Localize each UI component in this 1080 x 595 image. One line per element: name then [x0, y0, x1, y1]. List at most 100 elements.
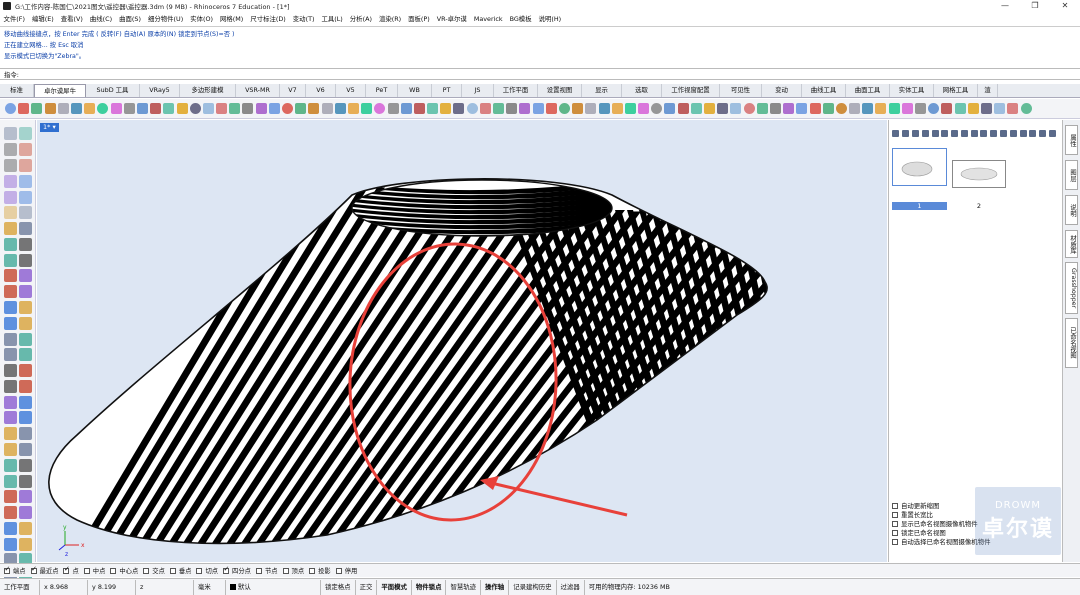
osnap-option[interactable]: 四分点	[223, 565, 251, 575]
tool-icon[interactable]	[19, 348, 32, 362]
checkbox[interactable]	[892, 520, 898, 527]
checkbox[interactable]	[169, 567, 176, 574]
tool-icon[interactable]	[19, 427, 32, 441]
osnap-option[interactable]: 顶点	[282, 566, 304, 575]
menu-item[interactable]: 细分物件(U)	[144, 14, 186, 23]
tool-icon[interactable]	[479, 103, 491, 114]
tool-icon[interactable]	[4, 379, 17, 393]
tool-icon[interactable]	[216, 103, 228, 114]
tool-icon[interactable]	[19, 490, 32, 504]
named-view-thumb-2[interactable]	[952, 160, 1006, 188]
tool-icon[interactable]	[994, 103, 1006, 114]
tool-icon[interactable]	[123, 103, 135, 114]
toolbar-tab[interactable]: 网格工具	[934, 84, 978, 97]
checkbox[interactable]	[892, 511, 898, 518]
tool-icon[interactable]	[717, 103, 729, 114]
panel-tool-icon[interactable]	[1009, 129, 1017, 137]
menu-item[interactable]: 实体(O)	[187, 14, 217, 23]
tool-icon[interactable]	[4, 490, 17, 504]
tool-icon[interactable]	[4, 190, 17, 204]
tool-icon[interactable]	[242, 103, 254, 114]
status-toggle[interactable]: 记录建构历史	[509, 579, 557, 595]
tool-icon[interactable]	[519, 103, 531, 114]
checkbox[interactable]	[110, 567, 117, 574]
tool-icon[interactable]	[19, 411, 32, 425]
tool-icon[interactable]	[4, 269, 17, 283]
tool-icon[interactable]	[4, 237, 17, 251]
tool-icon[interactable]	[19, 269, 32, 283]
panel-tool-icon[interactable]	[980, 129, 988, 137]
tool-icon[interactable]	[19, 174, 32, 188]
side-tab[interactable]: 材质库	[1065, 230, 1078, 258]
toolbar-tab[interactable]: V7	[280, 84, 306, 97]
menu-item[interactable]: 尺寸标注(D)	[247, 14, 289, 23]
tool-icon[interactable]	[387, 103, 399, 114]
panel-option[interactable]: 锁定已命名视图	[892, 528, 946, 537]
tool-icon[interactable]	[4, 427, 17, 441]
toolbar-tab[interactable]: 可见性	[720, 84, 762, 97]
tool-icon[interactable]	[268, 103, 280, 114]
tool-icon[interactable]	[466, 103, 478, 114]
tool-icon[interactable]	[19, 190, 32, 204]
tool-icon[interactable]	[888, 103, 900, 114]
toolbar-tab[interactable]: 工作平面	[494, 84, 538, 97]
osnap-option[interactable]: 停用	[335, 566, 357, 575]
command-input[interactable]: 指令:	[0, 68, 1080, 80]
tool-icon[interactable]	[506, 103, 518, 114]
panel-tool-icon[interactable]	[941, 129, 949, 137]
tool-icon[interactable]	[44, 103, 56, 114]
side-tab[interactable]: Grasshopper	[1065, 262, 1078, 314]
panel-tool-icon[interactable]	[1029, 129, 1037, 137]
tool-icon[interactable]	[730, 103, 742, 114]
status-toggle[interactable]: 平面模式	[377, 579, 412, 595]
tool-icon[interactable]	[756, 103, 768, 114]
tool-icon[interactable]	[19, 285, 32, 299]
menu-item[interactable]: Maverick	[470, 15, 506, 23]
tool-icon[interactable]	[282, 103, 294, 114]
osnap-option[interactable]: 中心点	[110, 566, 138, 575]
tool-icon[interactable]	[980, 103, 992, 114]
tool-icon[interactable]	[809, 103, 821, 114]
tool-icon[interactable]	[875, 103, 887, 114]
tool-icon[interactable]	[1020, 103, 1032, 114]
panel-tool-icon[interactable]	[921, 129, 929, 137]
tool-icon[interactable]	[334, 103, 346, 114]
tool-icon[interactable]	[4, 222, 17, 236]
status-toggle[interactable]: 智慧轨迹	[446, 579, 482, 595]
tool-icon[interactable]	[136, 103, 148, 114]
tool-icon[interactable]	[19, 474, 32, 488]
tool-icon[interactable]	[202, 103, 214, 114]
menu-item[interactable]: 曲线(C)	[86, 14, 115, 23]
menu-item[interactable]: BG模板	[506, 14, 535, 23]
osnap-option[interactable]: 中点	[83, 566, 105, 575]
toolbar-tab[interactable]: 变动	[762, 84, 802, 97]
panel-tool-icon[interactable]	[931, 129, 939, 137]
tool-icon[interactable]	[4, 411, 17, 425]
tool-icon[interactable]	[545, 103, 557, 114]
toolbar-tab[interactable]: 显示	[582, 84, 622, 97]
tool-icon[interactable]	[4, 143, 17, 157]
tool-icon[interactable]	[453, 103, 465, 114]
tool-icon[interactable]	[361, 103, 373, 114]
named-view-thumb-1[interactable]	[892, 148, 947, 186]
tool-icon[interactable]	[4, 458, 17, 472]
tool-icon[interactable]	[229, 103, 241, 114]
tool-icon[interactable]	[849, 103, 861, 114]
tool-icon[interactable]	[4, 174, 17, 188]
panel-option[interactable]: 自动更新缩图	[892, 501, 939, 510]
tool-icon[interactable]	[4, 506, 17, 520]
checkbox[interactable]	[892, 502, 898, 509]
osnap-option[interactable]: 端点	[4, 565, 26, 575]
checkbox[interactable]	[196, 567, 203, 574]
toolbar-tab[interactable]: 渲	[978, 84, 998, 97]
panel-option[interactable]: 重置长宽比	[892, 510, 933, 519]
osnap-option[interactable]: 交点	[143, 566, 165, 575]
toolbar-tab[interactable]: 实体工具	[890, 84, 934, 97]
tool-icon[interactable]	[690, 103, 702, 114]
menu-item[interactable]: 渲染(R)	[375, 14, 404, 23]
status-toggle[interactable]: 正交	[356, 579, 378, 595]
tool-icon[interactable]	[796, 103, 808, 114]
panel-tool-icon[interactable]	[951, 129, 959, 137]
tool-icon[interactable]	[427, 103, 439, 114]
minimize-button[interactable]: —	[990, 0, 1020, 12]
